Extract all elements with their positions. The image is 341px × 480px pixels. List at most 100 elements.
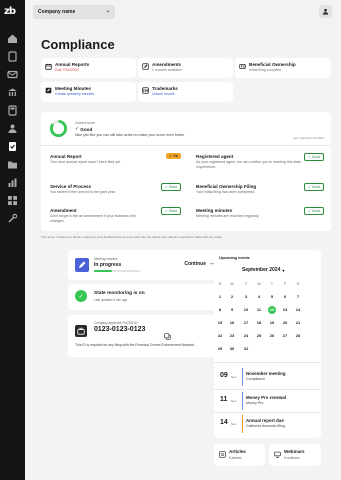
sidebar-item-folder[interactable] (7, 159, 18, 170)
zb-logo: zb (4, 6, 16, 17)
copy-icon[interactable] (164, 327, 171, 340)
calendar-day[interactable]: 13 (279, 305, 291, 315)
sidebar-item-tools[interactable] (7, 213, 18, 224)
calendar-day[interactable]: 1 (214, 292, 226, 302)
page-title: Compliance (41, 37, 115, 52)
calendar-day[interactable]: 11 (253, 305, 265, 315)
calendar-day[interactable]: 19 (266, 318, 278, 328)
sidebar-item-document[interactable] (7, 51, 18, 62)
score-ring (49, 119, 68, 138)
shield-icon: ✓ (75, 290, 87, 302)
calendar-day[interactable]: 25 (253, 331, 265, 341)
score-disclaimer: This score is based on factors related t… (41, 235, 223, 239)
check-icon: ✓ (308, 185, 311, 189)
sidebar-item-chart[interactable] (7, 177, 18, 188)
calendar-day[interactable]: 31 (240, 344, 252, 354)
event-item[interactable]: 14 Nov Annual report due California dome… (214, 414, 321, 434)
calendar-day[interactable]: 12 (266, 305, 278, 315)
main-content: Company name ⌄ Compliance Annual Reports… (25, 0, 341, 480)
sidebar-item-users[interactable] (7, 123, 18, 134)
quick-card-meeting-minutes[interactable]: Meeting Minutes Create quarterly minutes (41, 82, 136, 102)
home-icon (8, 34, 17, 43)
calendar-day[interactable]: 23 (226, 331, 238, 341)
calendar-day[interactable]: 6 (279, 292, 291, 302)
quick-card-beneficial-ownership[interactable]: Beneficial Ownership Initial filing comp… (235, 58, 331, 78)
minutes-tile (75, 258, 89, 272)
quick-card-amendments[interactable]: Amendments 2 months available (138, 58, 233, 78)
state-sub: Last updated 4 min ago (94, 298, 128, 302)
calendar-day[interactable]: 4 (253, 292, 265, 302)
sidebar-item-mail[interactable] (7, 69, 18, 80)
calendar-day[interactable]: 17 (240, 318, 252, 328)
webinars-card[interactable]: Webinars 9 webinars (269, 444, 321, 466)
calculator-icon (8, 105, 17, 116)
calendar-day[interactable]: 10 (240, 305, 252, 315)
check-registered-agent[interactable]: Registered agent As your registered agen… (196, 153, 324, 174)
quick-card-trademarks[interactable]: TM Trademarks Unlock results (138, 82, 233, 102)
calendar-day[interactable]: 22 (214, 331, 226, 341)
quick-card-annual-reports[interactable]: Annual Reports Due 7/14/2024 (41, 58, 136, 78)
sidebar-item-calculator[interactable] (7, 105, 18, 116)
check-annual-report[interactable]: Annual Report Your next annual report ha… (50, 153, 181, 174)
sidebar-item-bank[interactable] (7, 87, 18, 98)
minutes-progress-track (94, 270, 140, 272)
calendar-day[interactable]: 15 (214, 318, 226, 328)
calendar-day[interactable]: 27 (279, 331, 291, 341)
check-icon: ✓ (308, 209, 311, 213)
event-item[interactable]: 09 Nov November meeting Compliance (214, 367, 321, 387)
articles-title: Articles (229, 449, 246, 454)
company-selector[interactable]: Company name ⌄ (33, 5, 115, 19)
sidebar-item-compliance[interactable] (7, 141, 18, 152)
calendar-day[interactable]: 14 (292, 305, 304, 315)
calendar-day[interactable]: 3 (240, 292, 252, 302)
check-meeting-minutes[interactable]: Meeting minutes Meeting minutes are reco… (196, 207, 324, 228)
top-bar: Company name ⌄ (25, 0, 341, 26)
calendar-day[interactable]: 30 (226, 344, 238, 354)
calendar-day[interactable]: 18 (253, 318, 265, 328)
weekday-label: T (244, 282, 248, 286)
sidebar-item-home[interactable] (7, 33, 18, 44)
user-icon (322, 8, 329, 15)
quick-card-title: Annual Reports (55, 62, 90, 67)
check-amendment[interactable]: Amendment Don't forget to file an amendm… (50, 207, 181, 228)
calendar-day[interactable]: 29 (214, 344, 226, 354)
calendar-day[interactable]: 20 (279, 318, 291, 328)
sidebar: zb (0, 0, 25, 480)
tools-icon (8, 213, 18, 223)
check-beneficial-ownership[interactable]: Beneficial Ownership Filing Your initial… (196, 183, 324, 204)
meeting-minutes-progress-card[interactable]: Meeting minutes In progress Continue → (68, 250, 225, 280)
webinars-sub: 9 webinars (284, 456, 300, 460)
quick-card-sub: Due 7/14/2024 (55, 68, 79, 72)
calendar-day[interactable]: 2 (226, 292, 238, 302)
compliance-icon (9, 142, 16, 151)
calendar-day[interactable]: 5 (266, 292, 278, 302)
calendar-day[interactable]: 21 (292, 318, 304, 328)
check-icon: ✓ (75, 126, 79, 131)
calendar-day[interactable]: 9 (226, 305, 238, 315)
calendar-icon (45, 63, 52, 70)
check-service-of-process[interactable]: Service of Process You haven't been serv… (50, 183, 181, 204)
quick-card-sub: Create quarterly minutes (55, 92, 95, 96)
articles-card[interactable]: Articles 6 articles (214, 444, 265, 466)
event-item[interactable]: 11 Nov Money Pro renewal Money Pro (214, 391, 321, 411)
webinars-title: Webinars (284, 449, 305, 454)
state-title: State monitoring is on (94, 291, 145, 296)
calendar-day[interactable]: 26 (266, 331, 278, 341)
event-color-bar (242, 415, 244, 433)
continue-button[interactable]: Continue → (184, 260, 215, 267)
calendar-grid: S M T W T F S 1 2 3 4 5 6 7 8 9 10 11 12 13 14 15 16 17 18 19 20 21… (214, 250, 321, 370)
score-label: Current score (75, 121, 95, 125)
calendar-day[interactable]: 8 (214, 305, 226, 315)
calendar-day[interactable]: 28 (292, 331, 304, 341)
score-updated: Last updated 11/1/2024 (292, 136, 324, 140)
state-monitoring-card: ✓ State monitoring is on Last updated 4 … (68, 284, 225, 310)
quick-card-title: Amendments (152, 62, 182, 67)
calendar-day[interactable]: 24 (240, 331, 252, 341)
weekday-label: S (218, 282, 222, 286)
account-button[interactable] (319, 5, 332, 18)
check-icon: ✓ (308, 155, 311, 159)
chevron-down-icon: ⌄ (105, 8, 110, 14)
calendar-day[interactable]: 16 (226, 318, 238, 328)
sidebar-item-apps[interactable] (7, 195, 18, 206)
calendar-day[interactable]: 7 (292, 292, 304, 302)
